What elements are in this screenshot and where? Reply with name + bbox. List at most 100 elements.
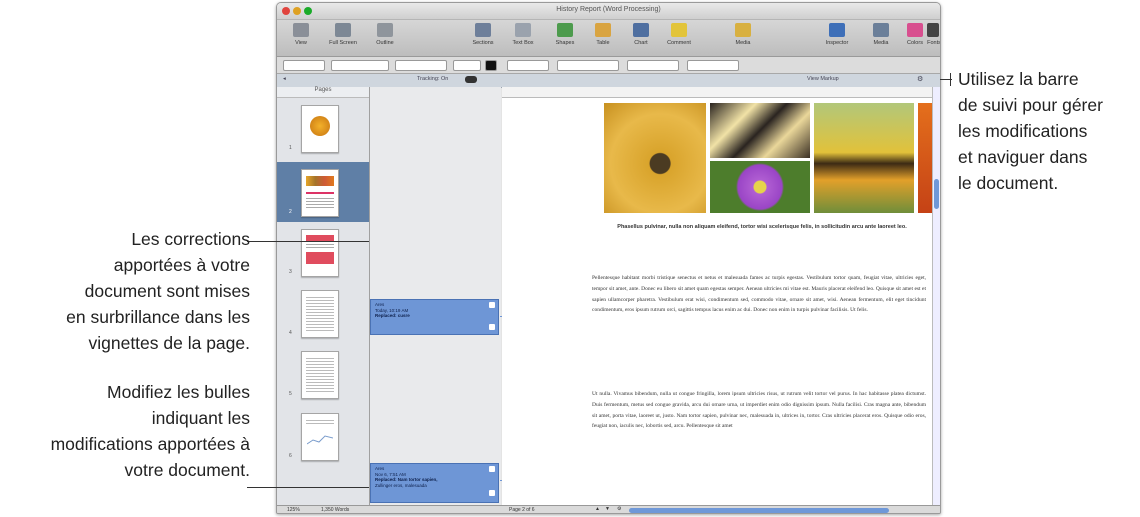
outline-icon: [377, 23, 393, 37]
scroll-thumb[interactable]: [934, 179, 939, 209]
font-size-popup[interactable]: [453, 60, 481, 71]
bubble-author: Ares: [375, 302, 385, 307]
sections-toolbar-button[interactable]: Sections: [463, 23, 503, 55]
tracking-bar[interactable]: ◂ Tracking: On View Markup ⚙: [277, 74, 940, 88]
toolbar-button-label: Inspector: [825, 40, 849, 46]
butterfly-photo[interactable]: [710, 103, 810, 158]
toolbar-button-label: Media: [735, 40, 751, 46]
bee-photo[interactable]: [604, 103, 706, 213]
font-family-popup[interactable]: [395, 60, 447, 71]
colors-icon: [907, 23, 923, 37]
caterpillar-photo[interactable]: [814, 103, 914, 213]
zoom-popup[interactable]: 125%: [287, 507, 300, 513]
page-thumbnail-1[interactable]: [301, 105, 339, 153]
tracking-toggle[interactable]: [465, 76, 477, 83]
annotation-bubbles: Modifiez les bulles indiquant les modifi…: [0, 379, 250, 483]
text-lines: [306, 358, 334, 392]
purple-flower-photo[interactable]: [710, 161, 810, 213]
comment-toolbar-button[interactable]: Comment: [659, 23, 699, 55]
chart-toolbar-button[interactable]: Chart: [621, 23, 661, 55]
text-lines: [306, 297, 334, 331]
toolbar-button-label: Outline: [376, 40, 394, 46]
media-toolbar-button[interactable]: Media: [723, 23, 763, 55]
vertical-scrollbar[interactable]: [932, 87, 940, 505]
bubble-date: Nov 6, 7:51 AM: [375, 471, 406, 477]
page-number: 3: [289, 269, 292, 275]
body-paragraph[interactable]: Pellentesque habitant morbi tristique se…: [592, 273, 926, 316]
navigation-gear-icon[interactable]: ⚙: [617, 506, 621, 512]
page-number: 5: [289, 391, 292, 397]
change-bubble[interactable]: Ares Today, 10:19 AM Replaced: cusre: [370, 299, 499, 335]
columns-popup[interactable]: [687, 60, 739, 71]
fonts-toolbar-button[interactable]: Fonts: [927, 23, 940, 55]
annotation-line: de suivi pour gérer: [958, 95, 1103, 115]
full-screen-toolbar-button[interactable]: Full Screen: [323, 23, 363, 55]
page-indicator[interactable]: Page 2 of 6: [509, 507, 535, 513]
annotation-line: indiquant les: [151, 408, 250, 428]
outline-toolbar-button[interactable]: Outline: [365, 23, 405, 55]
media-icon: [735, 23, 751, 37]
annotation-line: Les corrections: [131, 229, 250, 249]
page-thumbnail-6[interactable]: [301, 413, 339, 461]
view-toolbar-button[interactable]: View: [281, 23, 321, 55]
text-lines: [306, 198, 334, 210]
alignment-buttons[interactable]: [557, 60, 619, 71]
window-title: History Report (Word Processing): [556, 6, 661, 13]
view-markup-popup[interactable]: View Markup: [807, 76, 839, 82]
text-color-well[interactable]: [485, 60, 497, 71]
body-paragraph[interactable]: Ut nulla. Vivamus bibendum, nulla ut con…: [592, 389, 926, 432]
full-screen-icon: [335, 23, 351, 37]
font-style-buttons[interactable]: [507, 60, 549, 71]
shapes-toolbar-button[interactable]: Shapes: [545, 23, 585, 55]
document-canvas[interactable]: Phasellus pulvinar, nulla non aliquam el…: [502, 87, 932, 505]
text-box-toolbar-button[interactable]: Text Box: [503, 23, 543, 55]
horizontal-scroll-thumb[interactable]: [629, 508, 889, 513]
annotation-line: les modifications: [958, 121, 1088, 141]
accept-change-icon[interactable]: [489, 302, 495, 308]
photo-strip: [306, 176, 334, 186]
page-thumbnail-2[interactable]: [301, 169, 339, 217]
change-bubble[interactable]: Ares Nov 6, 7:51 AM Replaced: Nam tortor…: [370, 463, 499, 503]
status-bar: 125% 1,350 Words Page 2 of 6 ▲ ▼ ⚙: [277, 505, 940, 513]
view-icon: [293, 23, 309, 37]
orange-flower-photo[interactable]: [918, 103, 932, 213]
tracking-author-popup[interactable]: [297, 76, 357, 84]
page-thumbnail-3[interactable]: [301, 229, 339, 277]
title-bar: History Report (Word Processing): [277, 3, 940, 20]
page-number: 2: [289, 209, 292, 215]
reject-change-icon[interactable]: [489, 490, 495, 496]
word-count[interactable]: 1,350 Words: [321, 507, 349, 513]
toolbar-button-label: Sections: [472, 40, 494, 46]
page-thumbnail-5[interactable]: [301, 351, 339, 399]
paragraph-style-popup[interactable]: [331, 60, 389, 71]
toolbar-button-label: Text Box: [512, 40, 534, 46]
reject-change-icon[interactable]: [489, 324, 495, 330]
sections-icon: [475, 23, 491, 37]
tracking-arrow-icon[interactable]: ◂: [283, 76, 286, 82]
style-popup[interactable]: [283, 60, 325, 71]
tracking-status[interactable]: Tracking: On: [417, 76, 448, 82]
callout-bracket: [950, 73, 951, 86]
bubble-change-detail: Zullinger eros, malesuada: [375, 482, 427, 488]
page-down-icon[interactable]: ▼: [605, 506, 610, 512]
page-number: 1: [289, 145, 292, 151]
text-lines: [306, 244, 334, 248]
annotation-line: apportées à votre: [113, 255, 250, 275]
table-toolbar-button[interactable]: Table: [583, 23, 623, 55]
accept-change-icon[interactable]: [489, 466, 495, 472]
inspector-toolbar-button[interactable]: Inspector: [817, 23, 857, 55]
page-thumbnails-sidebar: Pages 1 2 3 4 5 6: [277, 87, 370, 505]
page-up-icon[interactable]: ▲: [595, 506, 600, 512]
tracking-action-gear-icon[interactable]: ⚙: [917, 75, 923, 83]
horizontal-ruler[interactable]: [502, 87, 932, 98]
pages-window: History Report (Word Processing) View Ful…: [276, 2, 941, 514]
line-spacing-popup[interactable]: [627, 60, 679, 71]
annotation-line: modifications apportées à: [50, 434, 250, 454]
table-icon: [595, 23, 611, 37]
bubble-change: Replaced: cusre: [375, 313, 410, 318]
text-box-icon: [515, 23, 531, 37]
media-browser-icon: [873, 23, 889, 37]
toolbar-button-label: View: [295, 40, 307, 46]
page-thumbnail-4[interactable]: [301, 290, 339, 338]
comment-icon: [671, 23, 687, 37]
